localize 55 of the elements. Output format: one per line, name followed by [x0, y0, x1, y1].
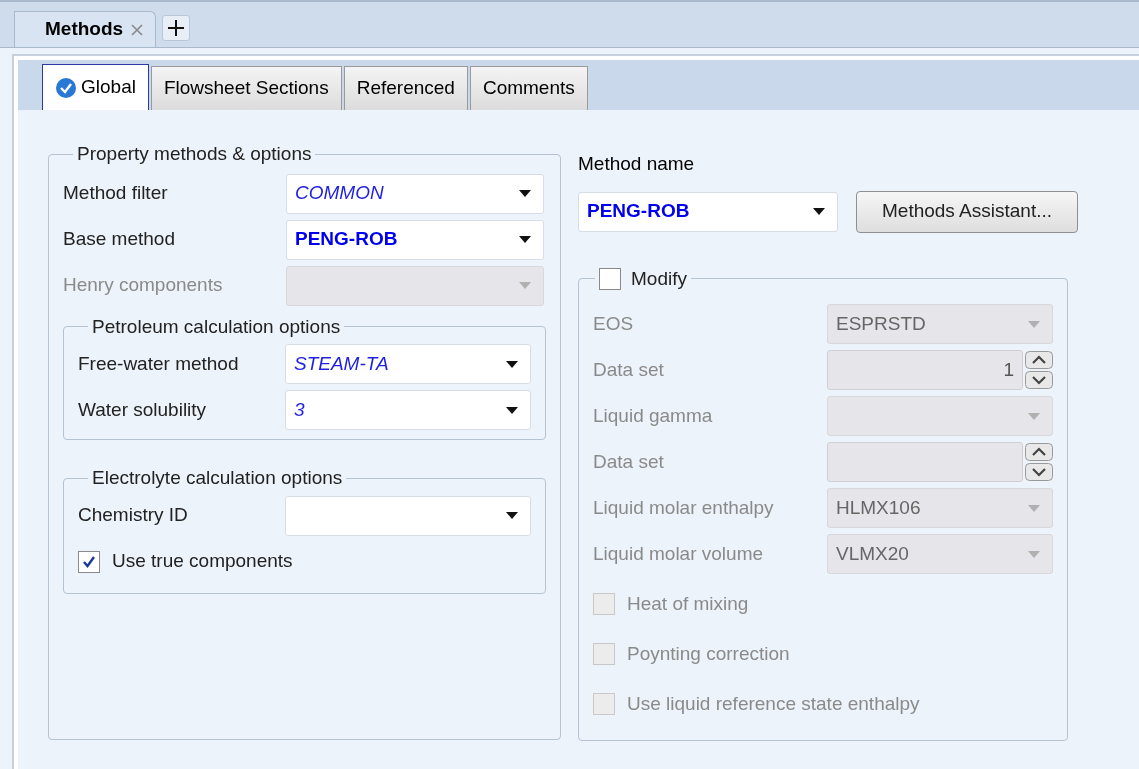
dropdown-field[interactable]: PENG-ROB [286, 219, 544, 260]
dropdown-caret-icon [813, 208, 825, 215]
checkmark-icon [55, 76, 77, 99]
field-label: Chemistry ID [78, 503, 189, 528]
field-label: EOS [593, 311, 635, 336]
checkbox-label: Use true components [112, 549, 293, 574]
spin-up-icon[interactable] [1025, 443, 1053, 461]
tab[interactable]: Referenced [343, 66, 468, 110]
close-icon[interactable] [131, 23, 144, 36]
checkbox-label: Poynting correction [627, 641, 790, 666]
dropdown-caret-icon [519, 236, 531, 243]
field-label: Henry components [63, 273, 224, 298]
tab[interactable]: Flowsheet Sections [150, 66, 342, 110]
group-title: Property methods & options [76, 142, 313, 166]
field-label: Liquid molar volume [593, 541, 765, 566]
group-title: Petroleum calculation options [91, 314, 342, 339]
field-label: Method filter [63, 181, 169, 206]
tab[interactable]: Comments [469, 66, 588, 110]
field-label: Base method [63, 227, 176, 252]
new-tab-button[interactable] [162, 15, 191, 41]
dropdown-caret-icon [1028, 550, 1040, 558]
spin-down-icon[interactable] [1025, 371, 1053, 389]
dropdown-caret-icon [506, 360, 518, 368]
dropdown-caret-icon [506, 406, 518, 414]
spin-up-icon[interactable] [1025, 351, 1053, 369]
dropdown-field[interactable] [285, 495, 531, 536]
field-label: Liquid gamma [593, 403, 714, 428]
dropdown-caret-icon [1028, 412, 1040, 420]
checkbox-label: Heat of mixing [627, 591, 749, 616]
dropdown-caret-icon [519, 190, 531, 197]
field-label: Data set [593, 449, 665, 474]
checkbox[interactable] [599, 267, 621, 290]
document-tab[interactable]: Methods [14, 11, 157, 47]
checkbox-label: Use liquid reference state enthalpy [627, 691, 920, 716]
dropdown-caret-icon [506, 512, 518, 519]
dropdown-caret-icon [519, 282, 531, 289]
checkmark-icon [82, 554, 96, 569]
checkbox-label: Modify [631, 266, 687, 291]
field-label: Liquid molar enthalpy [593, 495, 775, 520]
field-label: Water solubility [78, 397, 208, 422]
spin-down-icon[interactable] [1025, 463, 1053, 481]
dropdown-field[interactable]: COMMON [286, 173, 544, 214]
dropdown-caret-icon [1028, 504, 1040, 512]
methods-assistant-button[interactable]: Methods Assistant... [856, 190, 1079, 233]
plus-icon [168, 20, 185, 36]
tab[interactable]: Global [42, 64, 149, 110]
dropdown-caret-icon [1028, 320, 1040, 328]
method-name-label: Method name [578, 152, 696, 176]
field-label: Free-water method [78, 351, 240, 376]
dropdown-field[interactable]: STEAM-TA [285, 344, 531, 384]
dropdown-field[interactable]: 3 [285, 390, 531, 430]
checkbox[interactable] [78, 550, 100, 573]
group-title: Electrolyte calculation options [91, 466, 344, 490]
dropdown-field[interactable]: PENG-ROB [578, 191, 838, 232]
field-label: Data set [593, 357, 665, 382]
